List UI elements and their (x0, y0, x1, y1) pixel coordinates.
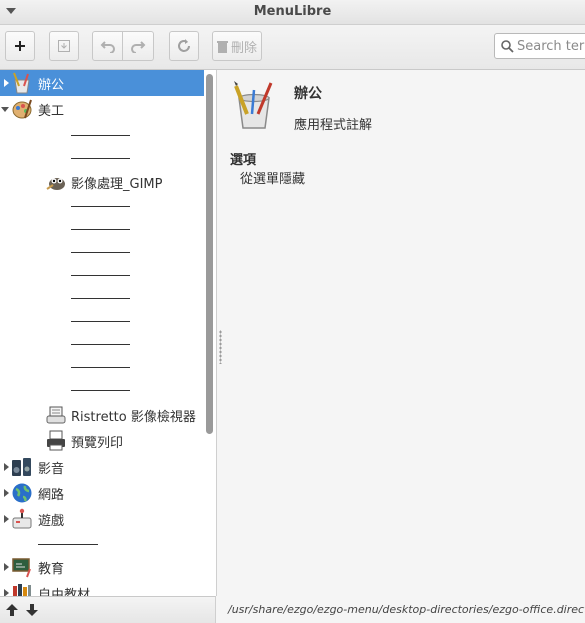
undo-icon (100, 41, 115, 53)
books-icon (13, 584, 31, 596)
tree-item-label: 辦公 (38, 77, 65, 93)
tree-item-label: 美工 (38, 103, 65, 119)
save-icon (58, 40, 70, 52)
redo-icon (131, 41, 146, 53)
menu-tree[interactable]: 辦公 美工 影像處理_GIMP Ristretto 影像檢視器 預覽列印 影音 … (0, 70, 217, 596)
tree-item-label: 教育 (38, 561, 65, 577)
tree-separator[interactable] (0, 530, 204, 556)
tree-item-graphics[interactable]: 美工 (0, 96, 204, 122)
plus-icon (15, 41, 25, 51)
tree-item-label: 網路 (38, 487, 65, 503)
separator-line (71, 206, 130, 207)
tree-scrollbar[interactable] (206, 74, 213, 434)
separator-line (71, 344, 130, 345)
category-comment[interactable]: 應用程式註解 (294, 114, 372, 133)
separator-line (71, 158, 130, 159)
window-title: MenuLibre (253, 4, 332, 19)
arrow-down-icon (26, 604, 38, 616)
move-down-button[interactable] (22, 600, 42, 620)
multimedia-icon (12, 458, 31, 476)
separator-line (71, 390, 130, 391)
tree-item-internet[interactable]: 網路 (0, 480, 204, 506)
tree-item-label: 影音 (38, 461, 65, 477)
delete-label: 刪除 (230, 40, 257, 56)
separator-line (71, 252, 130, 253)
undo-button[interactable] (92, 31, 123, 61)
office-icon[interactable] (232, 80, 276, 130)
gimp-icon (46, 178, 65, 190)
separator-line (71, 321, 130, 322)
office-icon (13, 72, 30, 94)
image-viewer-icon (46, 406, 66, 424)
expander-collapsed-icon[interactable] (4, 563, 9, 571)
revert-button[interactable] (169, 31, 199, 61)
tree-separator[interactable] (0, 377, 204, 403)
arrow-up-icon (6, 604, 18, 616)
search-icon (501, 39, 514, 53)
options-heading: 選項 (230, 153, 257, 168)
tree-item-games[interactable]: 遊戲 (0, 506, 204, 532)
delete-button[interactable]: 刪除 (212, 31, 262, 61)
move-up-button[interactable] (2, 600, 22, 620)
revert-icon (178, 39, 190, 52)
category-name[interactable]: 辦公 (294, 83, 322, 103)
tree-item-label: 遊戲 (38, 513, 65, 529)
file-path: /usr/share/ezgo/ezgo-menu/desktop-direct… (228, 603, 585, 616)
expander-collapsed-icon[interactable] (4, 589, 9, 596)
detail-pane: 辦公 應用程式註解 選項 從選單隱藏 /usr/share/ezgo/ezgo-… (222, 70, 585, 623)
separator-line (71, 135, 130, 136)
tree-item-label: Ristretto 影像檢視器 (71, 409, 196, 425)
internet-icon (12, 483, 32, 503)
separator-line (71, 367, 130, 368)
education-icon (12, 558, 31, 578)
games-icon (12, 508, 32, 529)
tree-item-gimp[interactable]: 影像處理_GIMP (0, 169, 204, 195)
separator-line (71, 275, 130, 276)
tree-item-ristretto[interactable]: Ristretto 影像檢視器 (0, 402, 204, 428)
search-input[interactable] (514, 38, 585, 54)
search-box[interactable] (494, 33, 585, 59)
tree-item-office[interactable]: 辦公 (0, 70, 204, 96)
tree-item-label: 自由教材 (38, 587, 91, 597)
expander-collapsed-icon[interactable] (4, 515, 9, 523)
tree-item-education[interactable]: 教育 (0, 554, 204, 580)
tree-separator[interactable] (0, 145, 204, 171)
tree-item-free-materials[interactable]: 自由教材 (0, 580, 204, 596)
expander-expanded-icon[interactable] (1, 106, 9, 112)
graphics-icon (12, 99, 32, 119)
tree-footer (0, 596, 216, 623)
expander-collapsed-icon[interactable] (4, 489, 9, 497)
tree-item-multimedia[interactable]: 影音 (0, 454, 204, 480)
undo-redo-group (92, 31, 154, 61)
title-bar: MenuLibre (0, 0, 585, 25)
tree-item-label: 預覽列印 (71, 435, 124, 451)
expander-collapsed-icon[interactable] (4, 79, 9, 87)
redo-button[interactable] (123, 31, 154, 61)
add-button[interactable] (5, 31, 35, 61)
separator-line (71, 298, 130, 299)
tree-item-print-preview[interactable]: 預覽列印 (0, 428, 204, 454)
tree-item-label: 影像處理_GIMP (71, 176, 163, 192)
hide-from-menu-option[interactable]: 從選單隱藏 (240, 168, 305, 187)
save-button[interactable] (49, 31, 79, 61)
toolbar: 刪除 (0, 25, 585, 70)
trash-icon (216, 40, 228, 53)
print-preview-icon (47, 430, 65, 451)
expander-collapsed-icon[interactable] (4, 463, 9, 471)
separator-line (38, 544, 98, 545)
separator-line (71, 229, 130, 230)
